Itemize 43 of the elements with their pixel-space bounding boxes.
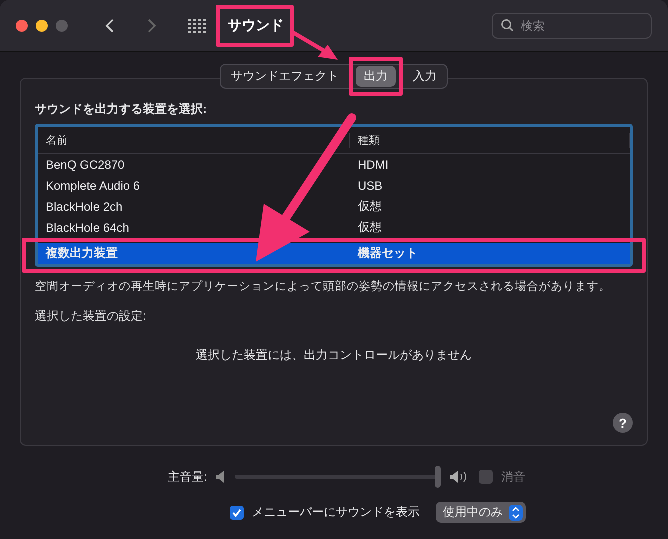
- device-row[interactable]: Komplete Audio 6 USB: [38, 175, 630, 196]
- device-row[interactable]: BlackHole 64ch 仮想: [38, 217, 630, 238]
- popup-menu[interactable]: 使用中のみ: [436, 502, 526, 523]
- device-row[interactable]: 複数出力装置 機器セット: [38, 243, 630, 264]
- grid-icon[interactable]: [188, 18, 206, 32]
- forward-icon[interactable]: [146, 18, 158, 34]
- tab[interactable]: 出力: [356, 66, 396, 87]
- tab[interactable]: サウンドエフェクト: [223, 66, 347, 87]
- menu-bar-label: メニューバーにサウンドを表示: [252, 504, 420, 521]
- table-cell-text: 仮想: [357, 219, 383, 236]
- mute-checkbox[interactable]: [479, 470, 494, 484]
- section-heading: サウンドを出力する装置を選択:: [35, 101, 208, 118]
- slider-thumb[interactable]: [435, 466, 442, 488]
- tab[interactable]: 入力: [405, 66, 445, 87]
- section-heading: 選択した装置の設定:: [35, 308, 148, 325]
- stepper-icon: [512, 506, 520, 518]
- table-cell-text: BlackHole 64ch: [45, 220, 130, 234]
- volume-slider[interactable]: [235, 466, 442, 488]
- table-cell-text: HDMI: [357, 158, 390, 172]
- help-button[interactable]: ?: [613, 413, 633, 433]
- table-cell-text: BlackHole 2ch: [45, 200, 124, 214]
- highlight-frame: [349, 57, 403, 96]
- table-cell-text: 複数出力装置: [44, 245, 119, 262]
- column-header[interactable]: 名前: [38, 132, 350, 148]
- back-icon[interactable]: [104, 18, 116, 34]
- spatial-audio-note: 空間オーディオの再生時にアプリケーションによって頭部の姿勢の情報にアクセスされる場合があります。: [35, 279, 612, 294]
- window-title: サウンド: [228, 16, 284, 34]
- minimize-button[interactable]: [36, 20, 48, 32]
- volume-label: 主音量:: [168, 468, 208, 486]
- device-row[interactable]: BlackHole 2ch 仮想: [38, 196, 630, 217]
- table-cell-text: USB: [357, 178, 384, 192]
- menu-bar-checkbox[interactable]: [230, 506, 244, 520]
- close-button[interactable]: [16, 20, 28, 32]
- table-cell-text: BenQ GC2870: [45, 158, 126, 172]
- column-header[interactable]: 種類: [350, 132, 630, 148]
- search-field[interactable]: 検索: [492, 12, 652, 38]
- table-cell-text: 仮想: [357, 198, 383, 215]
- device-row[interactable]: BenQ GC2870 HDMI: [38, 154, 630, 175]
- mute-label: 消音: [501, 468, 526, 486]
- table-cell-text: 機器セット: [356, 245, 419, 262]
- table-cell-text: Komplete Audio 6: [45, 178, 142, 192]
- no-controls-message: 選択した装置には、出力コントロールがありません: [195, 347, 473, 364]
- search-icon: [501, 18, 514, 32]
